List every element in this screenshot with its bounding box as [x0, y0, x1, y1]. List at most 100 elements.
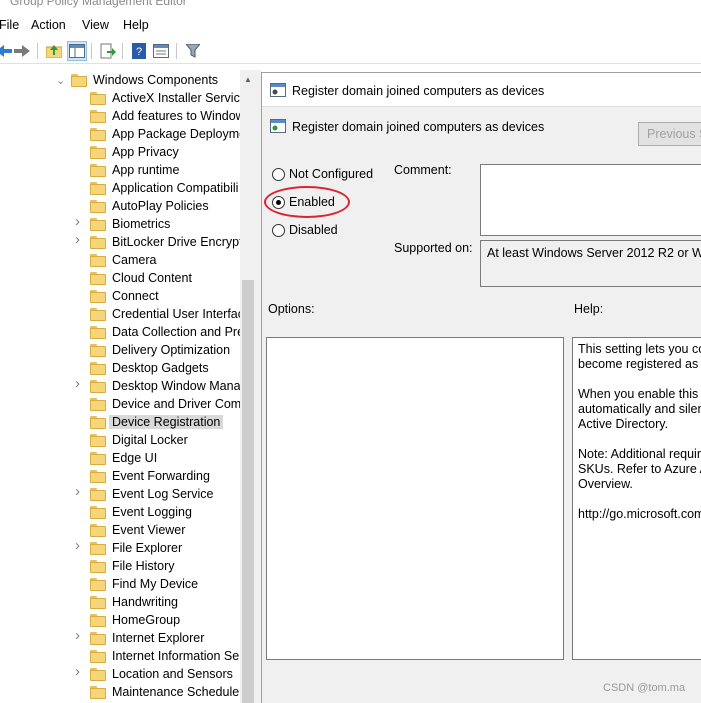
tree-item[interactable]: Edge UI [0, 450, 240, 468]
tree-item[interactable]: Maintenance Scheduler [0, 684, 243, 702]
tree-item[interactable]: Digital Locker [0, 432, 240, 450]
scroll-up-arrow-icon[interactable]: ▲ [244, 75, 252, 84]
tree-item[interactable]: Delivery Optimization [0, 342, 240, 360]
expand-chevron-icon[interactable]: › [75, 484, 85, 499]
tree-item[interactable]: Desktop Gadgets [0, 360, 240, 378]
console-tree[interactable]: ⌄ Windows Components ActiveX Installer S… [0, 70, 256, 703]
tree-item[interactable]: Cloud Content [0, 270, 240, 288]
show-hide-tree-button[interactable] [67, 41, 87, 61]
up-folder-button[interactable] [44, 41, 64, 61]
tree-item-label: App Package Deployme [112, 127, 247, 141]
tree-item[interactable]: Event Logging [0, 504, 240, 522]
folder-icon [90, 452, 106, 465]
tree-item-label: Data Collection and Prev [112, 325, 251, 339]
policy-settings-icon [270, 83, 286, 97]
tree-item-label: Credential User Interface [112, 307, 251, 321]
folder-icon [90, 416, 106, 429]
tree-item[interactable]: Device and Driver Comp [0, 396, 248, 414]
tree-item[interactable]: ActiveX Installer Service [0, 90, 247, 108]
expand-chevron-icon[interactable]: › [75, 232, 85, 247]
tree-item[interactable]: Credential User Interface [0, 306, 251, 324]
tree-item[interactable]: › Location and Sensors [0, 664, 240, 684]
forward-button[interactable] [12, 41, 32, 61]
tree-item-label: File History [112, 559, 175, 573]
collapse-chevron-icon[interactable]: ⌄ [56, 75, 66, 87]
radio-circle[interactable] [272, 224, 285, 237]
folder-icon [90, 632, 106, 645]
help-panel: This setting lets you con become register… [572, 337, 701, 660]
tree-item-label: Desktop Gadgets [112, 361, 209, 375]
tree-item[interactable]: Event Viewer [0, 522, 240, 540]
tree-item[interactable]: Camera [0, 252, 240, 270]
tree-item-label: Find My Device [112, 577, 199, 591]
tree-item[interactable]: Device Registration [0, 414, 240, 432]
tree-item[interactable]: AutoPlay Policies [0, 198, 240, 216]
dialog-title-bar: Register domain joined computers as devi… [262, 73, 701, 107]
tree-item-label: Desktop Window Manag [112, 379, 248, 393]
tree-item[interactable]: Find My Device [0, 576, 240, 594]
expand-chevron-icon[interactable]: › [75, 376, 85, 391]
help-button[interactable]: ? [129, 41, 149, 61]
tree-item[interactable]: › BitLocker Drive Encrypti [0, 232, 245, 252]
filter-button[interactable] [183, 41, 203, 61]
tree-item-label: BitLocker Drive Encrypti [112, 235, 246, 249]
properties-icon [153, 44, 169, 58]
tree-item[interactable]: › File Explorer [0, 538, 240, 558]
folder-icon [90, 272, 106, 285]
tree-item[interactable]: App Package Deployme [0, 126, 246, 144]
tree-item-label: HomeGroup [112, 613, 181, 627]
tree-item-label: Internet Explorer [112, 631, 205, 645]
expand-chevron-icon[interactable]: › [75, 214, 85, 229]
tree-item[interactable]: Application Compatibili [0, 180, 240, 198]
options-panel [266, 337, 564, 660]
tree-item[interactable]: › Internet Explorer [0, 628, 240, 648]
tree-item[interactable]: App Privacy [0, 144, 240, 162]
folder-icon [90, 146, 106, 159]
folder-icon [90, 614, 106, 627]
expand-chevron-icon[interactable]: › [75, 664, 85, 679]
supported-on-value: At least Windows Server 2012 R2 or Windo [480, 240, 701, 287]
tree-item-windows-components[interactable]: ⌄ Windows Components [0, 72, 240, 90]
tree-item-label: AutoPlay Policies [112, 199, 209, 213]
tree-item[interactable]: Data Collection and Prev [0, 324, 250, 342]
help-text-line: When you enable this se [578, 387, 701, 401]
tree-item[interactable]: App runtime [0, 162, 240, 180]
menu-file[interactable]: File [0, 18, 19, 32]
back-arrow-icon [0, 45, 12, 57]
folder-icon [90, 668, 106, 681]
tree-item[interactable]: Event Forwarding [0, 468, 240, 486]
export-list-button[interactable] [98, 41, 118, 61]
menu-view[interactable]: View [82, 18, 109, 32]
folder-up-icon [46, 45, 62, 58]
tree-item[interactable]: › Biometrics [0, 214, 240, 234]
annotation-red-oval [264, 186, 350, 218]
tree-item[interactable]: Connect [0, 288, 240, 306]
tree-item-label: Device Registration [109, 415, 224, 429]
tree-item-label: App Privacy [112, 145, 179, 159]
tree-item[interactable]: HomeGroup [0, 612, 240, 630]
expand-chevron-icon[interactable]: › [75, 628, 85, 643]
folder-icon [90, 290, 106, 303]
tree-item[interactable]: Internet Information Ser [0, 648, 243, 666]
watermark: CSDN @tom.ma [603, 682, 686, 694]
tree-item[interactable]: Handwriting [0, 594, 240, 612]
folder-icon [90, 200, 106, 213]
radio-circle[interactable] [272, 168, 285, 181]
tree-scrollbar[interactable]: ▲ [240, 70, 256, 703]
tree-item-label: Event Forwarding [112, 469, 210, 483]
tree-item-label: Device and Driver Comp [112, 397, 249, 411]
tree-item[interactable]: File History [0, 558, 240, 576]
comment-textarea[interactable] [480, 164, 701, 236]
expand-chevron-icon[interactable]: › [75, 538, 85, 553]
tree-item[interactable]: › Event Log Service [0, 484, 240, 504]
menu-help[interactable]: Help [123, 18, 149, 32]
tree-item[interactable]: › Desktop Window Manag [0, 376, 247, 396]
properties-button[interactable] [151, 41, 171, 61]
previous-setting-button[interactable]: Previous Se [638, 122, 701, 146]
folder-icon [90, 524, 106, 537]
toolbar: ? [0, 38, 701, 64]
scrollbar-thumb[interactable] [242, 280, 254, 703]
folder-icon [90, 92, 106, 105]
menu-action[interactable]: Action [31, 18, 66, 32]
tree-item[interactable]: Add features to Window [0, 108, 245, 126]
